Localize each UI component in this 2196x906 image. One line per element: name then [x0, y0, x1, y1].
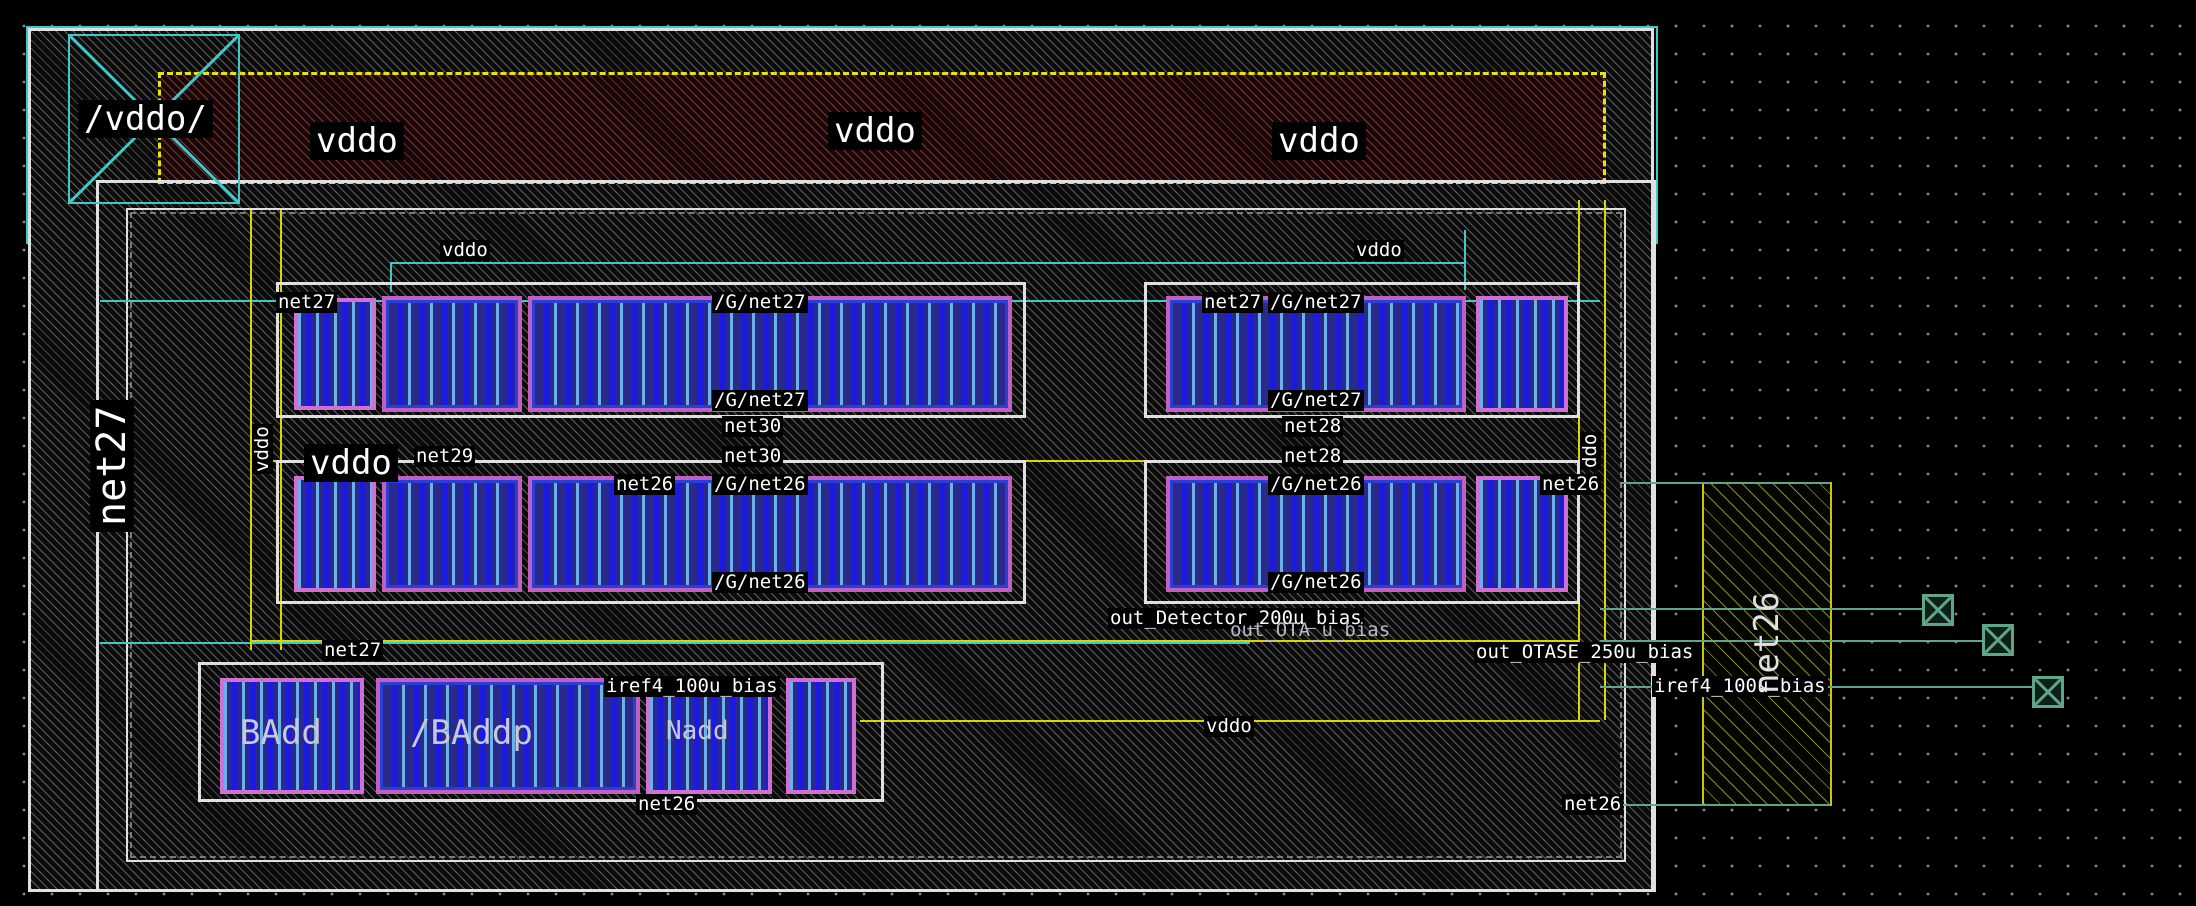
- net28-label-a: net28: [1282, 415, 1344, 437]
- g-net26-label-top-left: /G/net26: [712, 473, 808, 495]
- resistor-net26-label: net26: [1747, 591, 1787, 694]
- out-ota-ghost-label: out_OTA_u_bias: [1230, 619, 1391, 641]
- device-label-badd: BAdd: [240, 713, 322, 753]
- transistor-r1-a[interactable]: [294, 298, 376, 410]
- g-net26-label-bottom-right: /G/net26: [1268, 571, 1364, 593]
- g-net27-label-mid-left: /G/net27: [712, 389, 808, 411]
- net26-wire-bottom: [1620, 804, 1830, 806]
- vddo-label-row1-right: vddo: [1354, 239, 1404, 261]
- row2-vddo-label: vddo: [304, 444, 398, 482]
- transistor-r1-e[interactable]: [1476, 296, 1568, 412]
- block-net27-label: net27: [89, 399, 135, 532]
- net26-label-right: net26: [1540, 473, 1602, 495]
- g-net26-label-bottom-left: /G/net26: [712, 571, 808, 593]
- g-net27-label-mid-right: /G/net27: [1268, 389, 1364, 411]
- vddo-vertical-right: ddo: [1579, 431, 1601, 470]
- cyan-line: [100, 642, 1250, 644]
- pin-out-otase[interactable]: [1982, 624, 2014, 656]
- net26-label-bottom: net26: [636, 793, 698, 815]
- g-net27-label-top-right: /G/net27: [1268, 291, 1364, 313]
- net26-label-left: net26: [614, 473, 676, 495]
- cyan-line: [390, 262, 1466, 264]
- vddo-label-bottom: vddo: [1204, 715, 1254, 737]
- g-net26-label-top-right: /G/net26: [1268, 473, 1364, 495]
- transistor-r2-b[interactable]: [382, 476, 522, 592]
- net30-label-b: net30: [722, 445, 784, 467]
- iref4-label-right: iref4_100u_bias: [1652, 675, 1828, 697]
- net27-label-bottom: net27: [322, 639, 384, 661]
- transistor-r3-d[interactable]: [786, 678, 856, 794]
- vddo-vertical-left: vddo: [251, 424, 273, 474]
- net30-label-a: net30: [722, 415, 784, 437]
- net27-label-top-left: net27: [276, 291, 338, 313]
- transistor-r1-b[interactable]: [382, 296, 522, 412]
- cyan-line: [1464, 230, 1466, 290]
- vddo-label-right: vddo: [1272, 122, 1366, 160]
- transistor-r2-a[interactable]: [294, 476, 376, 592]
- out-otase-label: out_OTASE_250u_bias: [1474, 641, 1696, 663]
- iref4-label-left: iref4_100u_bias: [604, 675, 780, 697]
- device-label-nadd: Nadd: [666, 716, 729, 746]
- net26-wire-top: [1620, 482, 1830, 484]
- pin-iref4[interactable]: [2032, 676, 2064, 708]
- net26-label-far: net26: [1562, 793, 1624, 815]
- vddo-label-row1-left: vddo: [440, 239, 490, 261]
- net27-label-right: net27: [1202, 291, 1264, 313]
- net28-label-b: net28: [1282, 445, 1344, 467]
- pin-out-detector[interactable]: [1922, 594, 1954, 626]
- vddo-label-mid: vddo: [828, 112, 922, 150]
- vddo-label-left: vddo: [310, 122, 404, 160]
- net29-label: net29: [414, 445, 476, 467]
- g-net27-label-top-left: /G/net27: [712, 291, 808, 313]
- pin-corner-label: /vddo/: [78, 100, 213, 138]
- device-label-baddp: /BAddp: [410, 713, 533, 753]
